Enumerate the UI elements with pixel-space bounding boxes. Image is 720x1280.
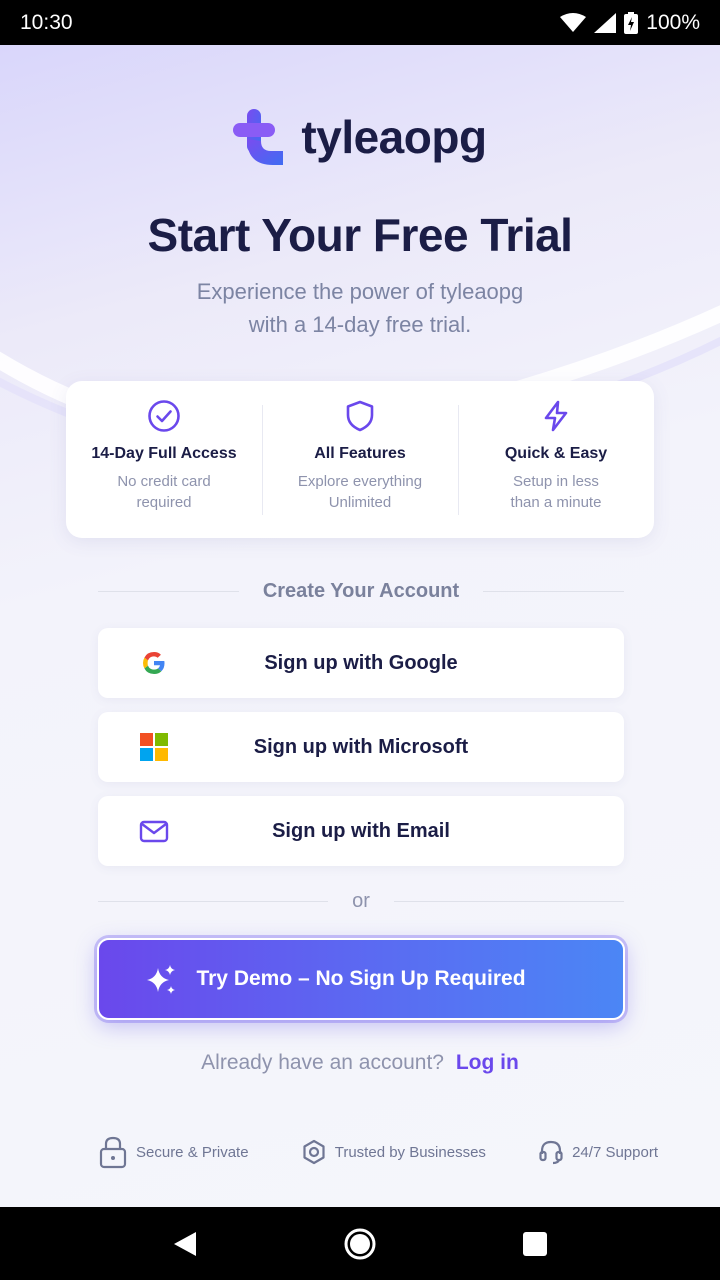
divider-line bbox=[483, 591, 624, 592]
divider-line bbox=[98, 591, 239, 592]
status-icons: 100% bbox=[560, 11, 700, 35]
brand-name: tyleaopg bbox=[301, 111, 487, 163]
email-signup-label: Sign up with Email bbox=[272, 819, 450, 842]
feature-full-access: 14-Day Full Access No credit card requir… bbox=[66, 381, 262, 538]
trust-secure-label: Secure & Private bbox=[136, 1143, 249, 1161]
divider-line bbox=[98, 901, 329, 902]
page-subtitle: Experience the power of tyleaopg with a … bbox=[0, 275, 720, 341]
feature-title: 14-Day Full Access bbox=[91, 445, 237, 462]
microsoft-signup-button[interactable]: Sign up with Microsoft bbox=[98, 712, 624, 782]
page-title: Start Your Free Trial bbox=[147, 209, 573, 261]
brand-logo: tyleaopg bbox=[0, 107, 720, 167]
recents-icon[interactable] bbox=[522, 1231, 548, 1257]
trust-businesses: Trusted by Businesses bbox=[301, 1139, 486, 1165]
microsoft-signup-label: Sign up with Microsoft bbox=[253, 735, 469, 758]
subtitle-line-1: Experience the power of tyleaopg bbox=[196, 279, 524, 304]
feature-desc-line: Unlimited bbox=[328, 494, 392, 511]
google-signup-button[interactable]: Sign up with Google bbox=[98, 628, 624, 698]
trust-support-label: 24/7 Support bbox=[572, 1143, 658, 1161]
feature-quick-easy: Quick & Easy Setup in less than a minute bbox=[458, 381, 654, 538]
badge-icon bbox=[303, 1139, 325, 1165]
divider-line bbox=[393, 901, 625, 902]
email-signup-button[interactable]: Sign up with Email bbox=[98, 796, 624, 866]
feature-title: All Features bbox=[314, 445, 406, 462]
back-icon[interactable] bbox=[172, 1230, 198, 1258]
feature-all-features: All Features Explore everything Unlimite… bbox=[262, 381, 458, 538]
mail-icon bbox=[139, 820, 169, 843]
trust-support: 24/7 Support bbox=[538, 1139, 658, 1165]
trust-badges: Secure & Private Trusted by Businesses 2… bbox=[98, 1135, 658, 1169]
feature-desc: Explore everything Unlimited bbox=[298, 471, 422, 513]
logo-mark-icon bbox=[233, 109, 284, 165]
try-demo-label: Try Demo – No Sign Up Required bbox=[196, 967, 526, 990]
login-prompt-text: Already have an account? bbox=[201, 1051, 444, 1074]
login-link[interactable]: Log in bbox=[456, 1051, 519, 1074]
shield-icon bbox=[346, 400, 374, 432]
trust-businesses-label: Trusted by Businesses bbox=[334, 1143, 486, 1161]
signup-screen: tyleaopg Start Your Free Trial Experienc… bbox=[0, 45, 720, 1207]
status-time: 10:30 bbox=[20, 10, 73, 34]
microsoft-icon bbox=[140, 733, 168, 761]
battery-percent: 100% bbox=[646, 10, 700, 34]
create-account-divider: Create Your Account bbox=[98, 580, 624, 603]
feature-desc: Setup in less than a minute bbox=[511, 471, 602, 513]
or-label: or bbox=[352, 890, 370, 912]
trust-secure: Secure & Private bbox=[98, 1135, 249, 1169]
battery-icon bbox=[624, 11, 639, 34]
wifi-icon bbox=[560, 12, 587, 32]
headset-icon bbox=[539, 1140, 563, 1165]
status-bar: 10:30 100% bbox=[0, 0, 720, 45]
or-divider: or bbox=[98, 890, 625, 913]
create-account-label: Create Your Account bbox=[262, 580, 460, 602]
feature-desc-line: Setup in less bbox=[513, 473, 599, 490]
login-prompt: Already have an account? Log in bbox=[0, 1051, 720, 1075]
feature-desc-line: No credit card bbox=[117, 473, 211, 490]
lightning-icon bbox=[544, 400, 568, 432]
lock-icon bbox=[99, 1136, 127, 1169]
feature-desc-line: than a minute bbox=[510, 494, 602, 511]
google-icon bbox=[143, 652, 165, 674]
feature-desc: No credit card required bbox=[117, 471, 210, 513]
check-circle-icon bbox=[148, 400, 180, 432]
android-nav-bar bbox=[0, 1207, 720, 1280]
sparkles-icon bbox=[147, 965, 175, 994]
feature-title: Quick & Easy bbox=[504, 445, 608, 462]
google-signup-label: Sign up with Google bbox=[264, 651, 458, 674]
subtitle-line-2: with a 14-day free trial. bbox=[248, 312, 472, 337]
cell-signal-icon bbox=[594, 12, 617, 33]
features-card: 14-Day Full Access No credit card requir… bbox=[66, 381, 654, 538]
feature-desc-line: Explore everything bbox=[297, 473, 423, 490]
feature-desc-line: required bbox=[136, 494, 192, 511]
try-demo-button[interactable]: Try Demo – No Sign Up Required bbox=[97, 938, 625, 1020]
home-icon[interactable] bbox=[343, 1227, 377, 1261]
